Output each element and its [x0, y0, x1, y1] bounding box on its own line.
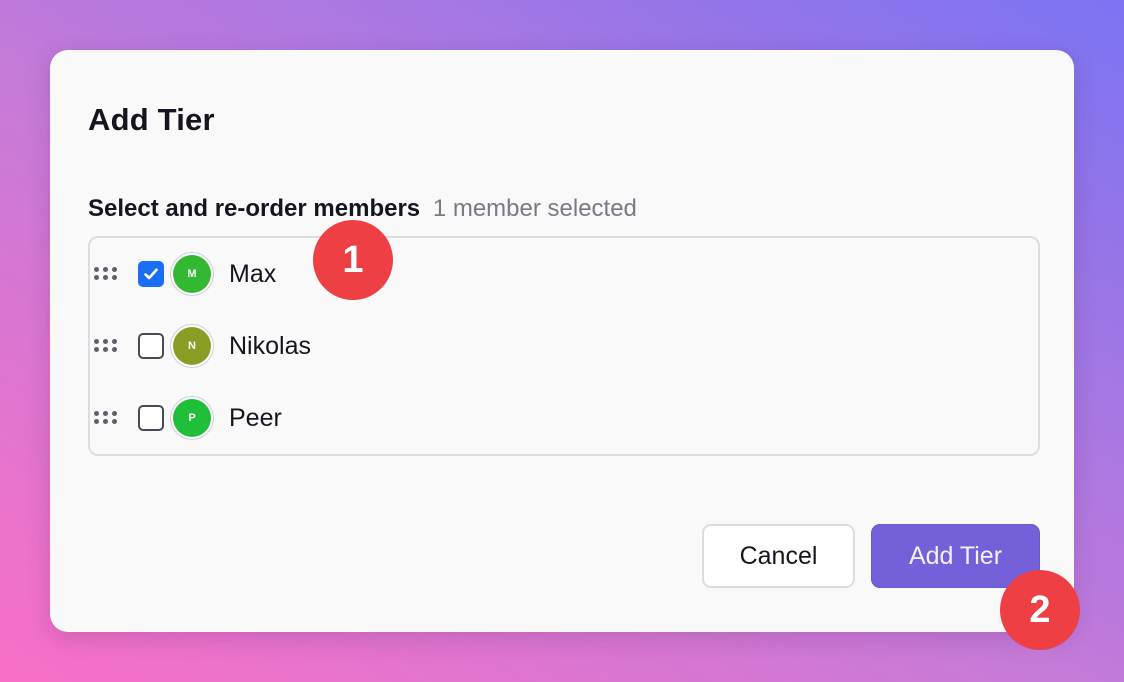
member-row-nikolas[interactable]: N Nikolas [90, 326, 1038, 366]
dialog-title: Add Tier [88, 102, 215, 137]
avatar: P [173, 399, 211, 437]
member-checkbox-peer[interactable] [138, 405, 164, 431]
member-checkbox-max[interactable] [138, 261, 164, 287]
callout-badge-2: 2 [1000, 570, 1080, 650]
member-name: Max [229, 259, 277, 288]
members-list: M Max N Nikolas P Peer [88, 236, 1040, 456]
cancel-button[interactable]: Cancel [702, 524, 855, 588]
members-section-label: Select and re-order members 1 member sel… [88, 195, 637, 223]
avatar-initial: N [188, 340, 196, 352]
selection-count: 1 member selected [432, 195, 637, 222]
drag-handle-icon[interactable] [94, 339, 120, 353]
member-row-peer[interactable]: P Peer [90, 398, 1038, 438]
member-name: Nikolas [229, 331, 311, 360]
avatar-initial: M [187, 268, 197, 280]
member-row-max[interactable]: M Max [90, 254, 1038, 294]
avatar: M [173, 255, 211, 293]
members-label: Select and re-order members [88, 195, 421, 222]
add-tier-dialog: Add Tier Select and re-order members 1 m… [50, 50, 1074, 632]
avatar: N [173, 327, 211, 365]
member-checkbox-nikolas[interactable] [138, 333, 164, 359]
member-name: Peer [229, 403, 282, 432]
checkmark-icon [144, 268, 158, 280]
drag-handle-icon[interactable] [94, 267, 120, 281]
callout-badge-1: 1 [313, 220, 393, 300]
drag-handle-icon[interactable] [94, 411, 120, 425]
avatar-initial: P [188, 412, 196, 424]
